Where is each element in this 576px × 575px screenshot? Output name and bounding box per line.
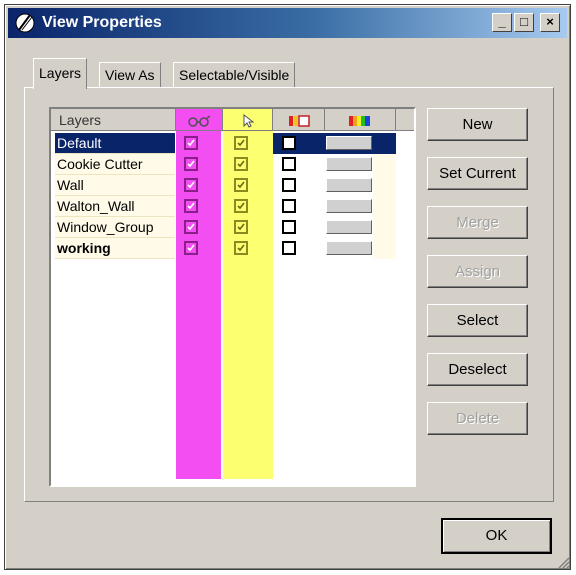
layer-name: Window_Group <box>55 217 175 238</box>
column-header-swatch[interactable] <box>325 109 396 131</box>
tab-selectable-visible[interactable]: Selectable/Visible <box>173 62 296 88</box>
window-title: View Properties <box>42 14 162 31</box>
close-icon: × <box>546 14 554 29</box>
maximize-icon: □ <box>520 14 528 29</box>
column-header-layers[interactable]: Layers <box>51 109 176 131</box>
color-swatch-button[interactable] <box>326 157 372 171</box>
column-header-filler <box>396 109 414 131</box>
layer-name: Walton_Wall <box>55 196 175 217</box>
row-filler <box>373 217 396 238</box>
color-swatch-button[interactable] <box>326 241 372 255</box>
delete-button[interactable]: Delete <box>427 402 528 435</box>
layers-table[interactable]: Layers Default Cookie Cutter Wall Walton… <box>49 107 416 487</box>
selectable-checkbox[interactable] <box>234 136 248 150</box>
resize-grip-icon[interactable] <box>556 555 570 569</box>
layer-name: Default <box>55 133 175 154</box>
deselect-button[interactable]: Deselect <box>427 353 528 386</box>
column-header-selectable[interactable] <box>223 109 273 131</box>
title-bar[interactable]: View Properties _ □ × <box>8 8 567 38</box>
selectable-checkbox[interactable] <box>234 178 248 192</box>
color-checkbox[interactable] <box>282 178 296 192</box>
maximize-button[interactable]: □ <box>514 13 534 32</box>
row-filler <box>373 175 396 196</box>
column-header-visible[interactable] <box>176 109 223 131</box>
assign-button[interactable]: Assign <box>427 255 528 288</box>
glasses-icon <box>188 115 211 128</box>
layer-row-walton-wall[interactable]: Walton_Wall <box>51 196 396 217</box>
selectable-checkbox[interactable] <box>234 199 248 213</box>
color-checkbox[interactable] <box>282 157 296 171</box>
selectable-checkbox[interactable] <box>234 157 248 171</box>
layer-row-cookie-cutter[interactable]: Cookie Cutter <box>51 154 396 175</box>
row-filler <box>373 238 396 259</box>
color-checkbox[interactable] <box>282 199 296 213</box>
new-button[interactable]: New <box>427 108 528 141</box>
minimize-button[interactable]: _ <box>492 13 512 32</box>
visible-checkbox[interactable] <box>184 220 198 234</box>
layer-name: working <box>55 238 175 259</box>
close-button[interactable]: × <box>540 13 560 32</box>
rainbow-icon <box>349 116 370 127</box>
color-swatch-button[interactable] <box>326 220 372 234</box>
select-button[interactable]: Select <box>427 304 528 337</box>
visible-checkbox[interactable] <box>184 157 198 171</box>
app-icon <box>15 13 35 33</box>
ok-button[interactable]: OK <box>441 518 552 554</box>
selectable-checkbox[interactable] <box>234 220 248 234</box>
merge-button[interactable]: Merge <box>427 206 528 239</box>
visible-checkbox[interactable] <box>184 241 198 255</box>
color-swatch-button[interactable] <box>326 178 372 192</box>
color-swatch-button[interactable] <box>326 199 372 213</box>
color-swatch-button[interactable] <box>326 136 372 150</box>
color-checkbox[interactable] <box>282 220 296 234</box>
row-filler <box>373 154 396 175</box>
set-current-button[interactable]: Set Current <box>427 157 528 190</box>
layer-row-working[interactable]: working <box>51 238 396 259</box>
tab-view-as[interactable]: View As <box>99 62 161 88</box>
minimize-icon: _ <box>498 14 506 29</box>
layer-row-window-group[interactable]: Window_Group <box>51 217 396 238</box>
selectable-checkbox[interactable] <box>234 241 248 255</box>
visible-checkbox[interactable] <box>184 199 198 213</box>
row-filler <box>373 196 396 217</box>
cursor-icon <box>243 114 254 128</box>
layer-row-default[interactable]: Default <box>51 133 396 154</box>
tab-layers[interactable]: Layers <box>33 58 88 89</box>
layer-name: Wall <box>55 175 175 196</box>
visible-checkbox[interactable] <box>184 136 198 150</box>
color-checkbox[interactable] <box>282 136 296 150</box>
visible-checkbox[interactable] <box>184 178 198 192</box>
layer-name: Cookie Cutter <box>55 154 175 175</box>
rgb-icon <box>288 115 310 128</box>
layer-row-wall[interactable]: Wall <box>51 175 396 196</box>
color-checkbox[interactable] <box>282 241 296 255</box>
column-header-color[interactable] <box>273 109 325 131</box>
